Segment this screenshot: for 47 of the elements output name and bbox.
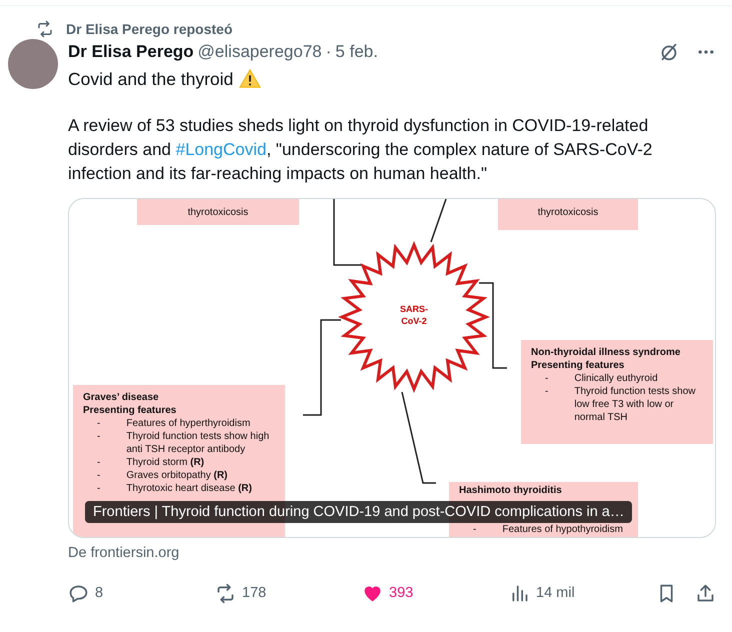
box-heading: Presenting features bbox=[531, 359, 626, 372]
box-list-item: Thyrotoxic heart disease (R) bbox=[126, 482, 253, 495]
share-button[interactable] bbox=[695, 582, 716, 604]
list-dash: - bbox=[97, 417, 100, 430]
box-heading: Presenting features bbox=[83, 404, 178, 417]
box-list-item: Features of hypothyroidism bbox=[502, 523, 624, 536]
reply-icon bbox=[68, 582, 89, 604]
box-list-item: Thyroid function tests show low free T3 with low or normal TSH bbox=[574, 385, 697, 424]
box-list-item: Graves orbitopathy (R) bbox=[126, 469, 228, 482]
repost-label: Dr Elisa Perego reposteó bbox=[66, 21, 233, 37]
share-icon bbox=[695, 582, 716, 604]
avatar[interactable] bbox=[8, 39, 58, 89]
box-heading: Non-thyroidal illness syndrome bbox=[531, 346, 682, 359]
list-dash: - bbox=[545, 385, 548, 399]
box-heading: Graves’ disease bbox=[83, 391, 160, 404]
virus-label: SARS-CoV-2 bbox=[398, 303, 429, 327]
post-text: A review of 53 studies sheds light on thyroid dysfunction in COVID-19-related disorders and #LongCovid, "underscoring the complex nature of SARS-CoV-2 infection and its far-reaching impacts on human health." bbox=[68, 115, 654, 185]
repost-icon bbox=[36, 20, 54, 38]
views-button[interactable]: 14 mil bbox=[509, 582, 656, 604]
repost-icon bbox=[215, 582, 236, 604]
warning-icon bbox=[239, 68, 262, 90]
box-list-item: Clinically euthyroid bbox=[574, 372, 659, 385]
separator-dot: · bbox=[326, 42, 332, 62]
reply-button[interactable]: 8 bbox=[68, 582, 215, 604]
link-card[interactable] bbox=[68, 198, 716, 538]
box-list-item: Thyroid function tests show high anti TSH receptor antibody bbox=[126, 430, 270, 456]
box-text: thyrotoxicosis bbox=[186, 206, 250, 219]
author-handle[interactable]: @elisaperego78 bbox=[198, 42, 322, 62]
list-dash: - bbox=[545, 372, 548, 385]
post-title: Covid and the thyroid bbox=[68, 68, 234, 90]
list-dash: - bbox=[473, 523, 476, 536]
post-date[interactable]: 5 feb. bbox=[335, 42, 378, 62]
list-dash: - bbox=[97, 469, 100, 482]
connector-line bbox=[333, 199, 363, 266]
list-dash: - bbox=[97, 482, 100, 495]
box-text: thyrotoxicosis bbox=[536, 206, 600, 219]
list-dash: - bbox=[97, 456, 100, 469]
source-link[interactable]: De frontiersin.org bbox=[68, 545, 716, 561]
like-button[interactable]: 393 bbox=[362, 582, 509, 604]
list-dash: - bbox=[97, 430, 100, 444]
box-list-item: Thyroid storm (R) bbox=[126, 456, 206, 469]
author-name[interactable]: Dr Elisa Perego bbox=[68, 42, 194, 62]
repost-button[interactable]: 178 bbox=[215, 582, 362, 604]
card-caption: Frontiers | Thyroid function during COVID-19 and post-COVID complications in a… bbox=[85, 501, 632, 523]
box-heading: Hashimoto thyroiditis bbox=[459, 484, 563, 497]
box-list-item: Features of hyperthyroidism bbox=[126, 417, 252, 430]
connector-line bbox=[430, 199, 447, 242]
